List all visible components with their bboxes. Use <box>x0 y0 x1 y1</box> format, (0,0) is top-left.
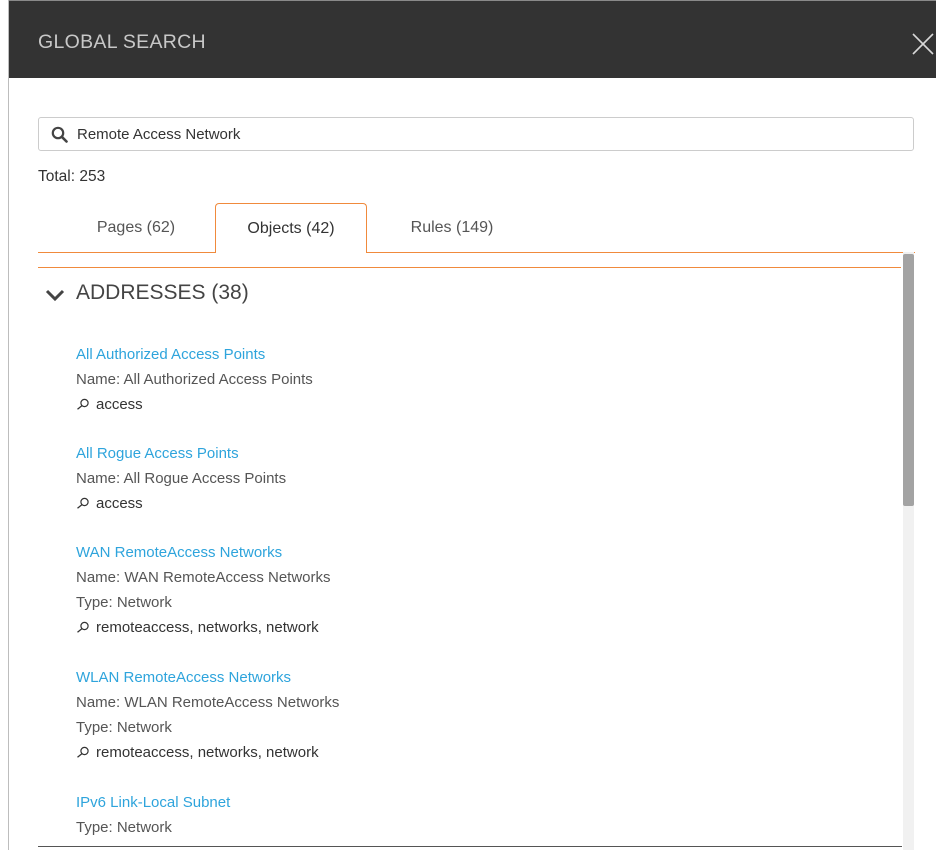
result-tags: remoteaccess, networks, network <box>76 740 339 765</box>
close-icon[interactable] <box>910 31 936 57</box>
tag-search-icon <box>77 621 89 633</box>
result-item: IPv6 Link-Local Subnet Type: Network <box>76 790 230 840</box>
result-tags: access <box>76 392 313 417</box>
search-box <box>38 117 914 151</box>
tag-search-icon <box>77 398 89 410</box>
result-name: Name: All Authorized Access Points <box>76 371 313 388</box>
section-title: ADDRESSES (38) <box>76 281 249 304</box>
result-link[interactable]: All Rogue Access Points <box>76 441 286 466</box>
dialog-header: GLOBAL SEARCH <box>9 1 936 78</box>
result-link[interactable]: All Authorized Access Points <box>76 342 313 367</box>
result-item: All Authorized Access Points Name: All A… <box>76 342 313 417</box>
result-tags-text: access <box>96 495 143 512</box>
result-name: Name: WAN RemoteAccess Networks <box>76 569 331 586</box>
content-bottom-border <box>38 846 902 847</box>
result-item: WAN RemoteAccess Networks Name: WAN Remo… <box>76 540 331 640</box>
result-name: Name: WLAN RemoteAccess Networks <box>76 694 340 711</box>
search-input[interactable] <box>77 119 897 149</box>
result-link[interactable]: WAN RemoteAccess Networks <box>76 540 331 565</box>
result-tags: remoteaccess, networks, network <box>76 615 331 640</box>
dialog-title: GLOBAL SEARCH <box>38 31 206 53</box>
tabs-underline <box>38 252 915 253</box>
chevron-down-icon <box>45 289 65 302</box>
result-item: All Rogue Access Points Name: All Rogue … <box>76 441 286 516</box>
result-tags-text: remoteaccess, networks, network <box>96 744 319 761</box>
search-icon <box>51 126 68 143</box>
result-link[interactable]: IPv6 Link-Local Subnet <box>76 790 230 815</box>
result-type: Type: Network <box>76 594 172 611</box>
scrollbar-thumb[interactable] <box>903 254 914 506</box>
result-tags: access <box>76 491 286 516</box>
content-top-divider <box>38 267 901 268</box>
window-left-border <box>8 0 9 850</box>
result-type: Type: Network <box>76 719 172 736</box>
tag-search-icon <box>77 746 89 758</box>
result-name: Name: All Rogue Access Points <box>76 470 287 487</box>
tab-pages[interactable]: Pages (62) <box>86 203 186 252</box>
result-tags-text: access <box>96 396 143 413</box>
tab-rules[interactable]: Rules (149) <box>400 203 504 252</box>
total-count: Total: 253 <box>38 168 106 185</box>
tab-objects[interactable]: Objects (42) <box>215 203 367 252</box>
result-link[interactable]: WLAN RemoteAccess Networks <box>76 665 339 690</box>
result-type: Type: Network <box>76 819 172 836</box>
result-item: WLAN RemoteAccess Networks Name: WLAN Re… <box>76 665 339 765</box>
tag-search-icon <box>77 497 89 509</box>
result-tags-text: remoteaccess, networks, network <box>96 619 319 636</box>
